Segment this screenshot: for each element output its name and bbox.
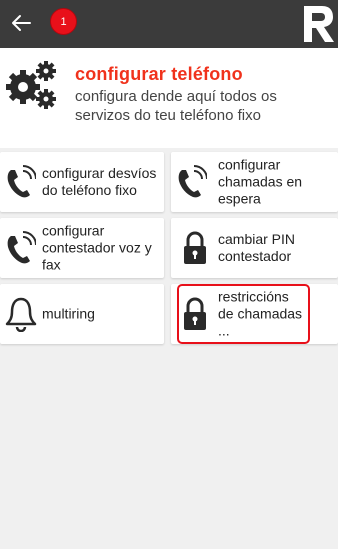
menu-item-label: cambiar PIN contestador [218, 231, 296, 264]
back-arrow-icon[interactable] [10, 12, 32, 34]
menu-item-label: configurar contestador voz y fax [42, 222, 152, 273]
lock-icon [184, 297, 206, 330]
phone-icon [7, 231, 36, 264]
menu-item-chamadas-espera[interactable]: configurar chamadas en espera [171, 152, 338, 212]
page-title: configurar teléfono [75, 64, 243, 84]
phone-icon [178, 165, 207, 198]
menu-item-label: configurar desvíos do teléfono fixo [42, 165, 157, 198]
menu-item-desvios[interactable]: configurar desvíos do teléfono fixo [0, 152, 164, 212]
menu-item-label: multiring [42, 305, 95, 322]
lock-icon [184, 231, 206, 264]
menu-item-multiring[interactable]: multiring [0, 284, 164, 344]
menu-item-contestador[interactable]: configurar contestador voz y fax [0, 218, 164, 278]
r-logo-icon[interactable] [300, 2, 336, 44]
notification-badge[interactable]: 1 [50, 8, 77, 35]
menu-item-label: configurar chamadas en espera [218, 156, 303, 207]
bell-icon [5, 297, 37, 332]
top-app-bar: 1 [0, 0, 338, 48]
menu-item-restriccions[interactable]: restriccións de chamadas ... [171, 284, 338, 344]
gears-icon [6, 61, 56, 109]
menu-item-cambiar-pin[interactable]: cambiar PIN contestador [171, 218, 338, 278]
page-subtitle: configura dende aquí todos os servizos d… [75, 88, 277, 124]
phone-icon [7, 165, 36, 198]
menu-item-label: restriccións de chamadas ... [218, 288, 303, 339]
